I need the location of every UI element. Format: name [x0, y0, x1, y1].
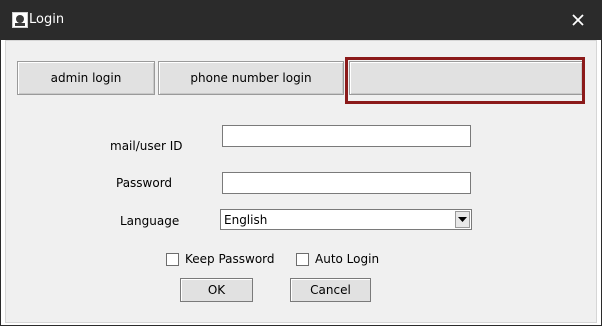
close-button[interactable] [561, 4, 595, 36]
tab-phone-number-login[interactable]: phone number login [158, 61, 344, 95]
keep-password-option[interactable]: Keep Password [166, 251, 275, 267]
language-label: Language [120, 214, 180, 228]
language-select[interactable]: English [220, 209, 472, 230]
title-bar[interactable]: Login [1, 1, 601, 40]
keep-password-checkbox[interactable] [166, 252, 179, 266]
tab-blank[interactable] [349, 61, 583, 95]
password-field[interactable] [222, 172, 471, 194]
keep-password-label: Keep Password [185, 252, 275, 266]
mail-user-id-field[interactable] [222, 125, 471, 147]
cancel-button[interactable]: Cancel [290, 278, 371, 302]
auto-login-checkbox[interactable] [296, 252, 309, 266]
mail-user-id-label: mail/user ID [110, 139, 183, 153]
dialog-body: admin login phone number login mail/user… [5, 40, 597, 323]
auto-login-label: Auto Login [315, 252, 380, 266]
tab-admin-login[interactable]: admin login [17, 61, 155, 95]
password-label: Password [116, 176, 173, 190]
language-selected-value: English [224, 213, 268, 227]
login-window: Login admin login phone number login mai… [0, 0, 602, 326]
auto-login-option[interactable]: Auto Login [296, 251, 379, 267]
chevron-down-icon [458, 216, 467, 222]
close-icon [572, 14, 584, 26]
dropdown-button[interactable] [455, 211, 470, 228]
window-title: Login [29, 12, 65, 27]
app-icon [12, 12, 28, 28]
ok-button[interactable]: OK [180, 278, 253, 302]
